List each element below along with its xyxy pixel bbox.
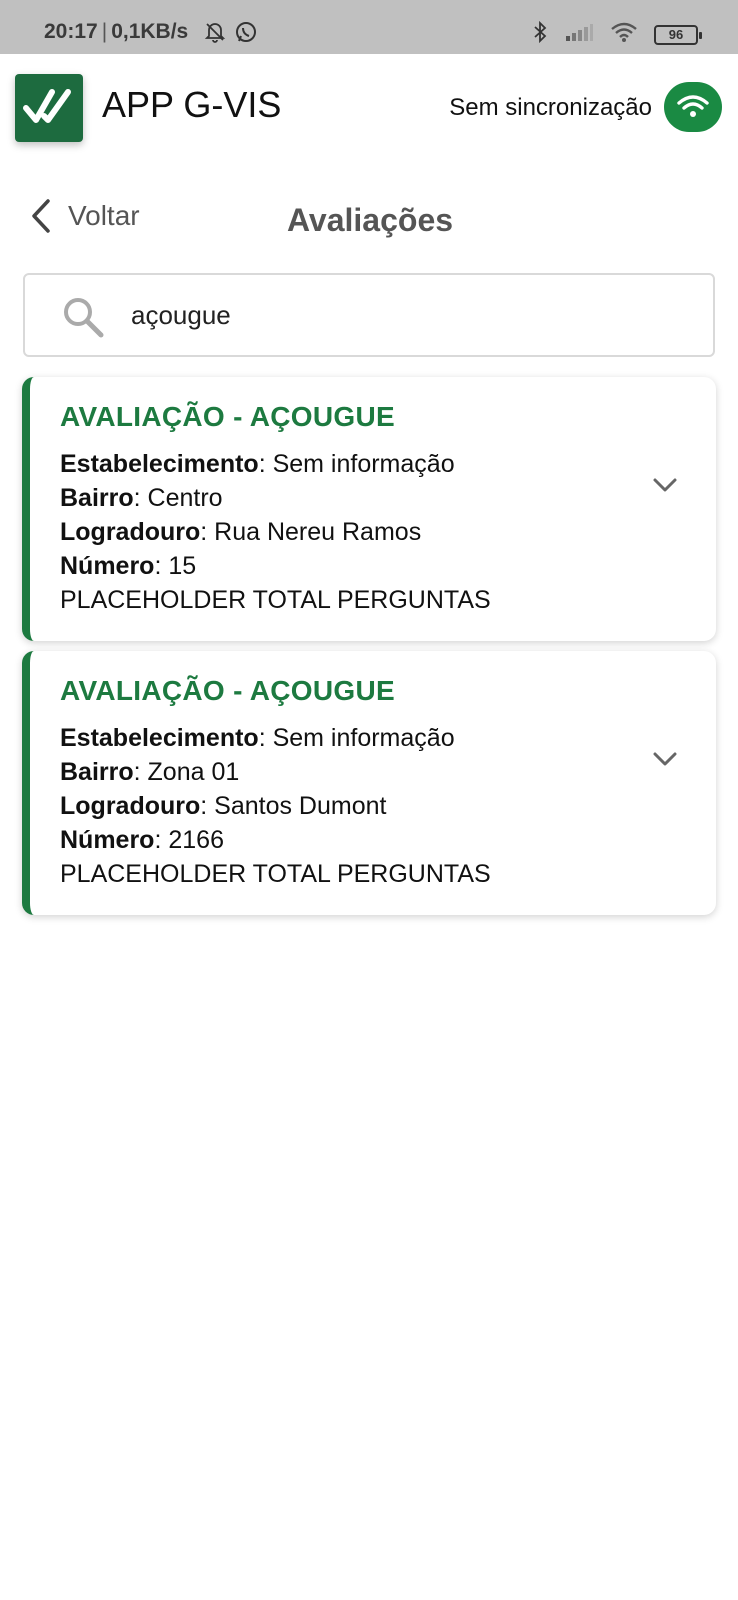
wifi-icon [610, 21, 638, 48]
chevron-left-icon [32, 199, 50, 233]
chevron-down-icon[interactable] [652, 751, 678, 772]
card-line-estabelecimento: Estabelecimento: Sem informação [60, 724, 455, 752]
sync-status-label: Sem sincronização [449, 94, 652, 121]
status-time: 20:17 [44, 20, 98, 43]
whatsapp-icon [234, 20, 258, 49]
back-button[interactable]: Voltar [30, 198, 140, 234]
bell-off-icon [204, 21, 226, 48]
card-line-bairro: Bairro: Zona 01 [60, 758, 240, 786]
card-line-placeholder: PLACEHOLDER TOTAL PERGUNTAS [60, 860, 491, 888]
sync-button[interactable] [664, 82, 722, 132]
search-input[interactable] [131, 295, 671, 335]
app-header: APP G-VIS Sem sincronização [0, 54, 738, 164]
battery-icon: 96 [654, 24, 702, 45]
search-icon [61, 295, 105, 344]
bluetooth-icon [532, 20, 548, 49]
search-box [23, 273, 715, 357]
wifi-icon [677, 95, 709, 117]
signal-icon [564, 22, 594, 47]
card-details: Estabelecimento: Sem informação Bairro: … [60, 447, 491, 617]
card-line-numero: Número: 2166 [60, 826, 224, 854]
app-title: APP G-VIS [102, 84, 282, 125]
status-bar: 20:17 | 0,1KB/s 96 [0, 0, 738, 54]
card-title: AVALIAÇÃO - AÇOUGUE [60, 401, 395, 432]
card-line-bairro: Bairro: Centro [60, 484, 223, 512]
status-network-speed: 0,1KB/s [111, 20, 189, 43]
status-time-group: 20:17 | 0,1KB/s [44, 20, 189, 43]
evaluation-card[interactable]: AVALIAÇÃO - AÇOUGUE Estabelecimento: Sem… [22, 377, 716, 641]
card-line-logradouro: Logradouro: Santos Dumont [60, 792, 387, 820]
nav-row: Voltar Avaliações [0, 190, 738, 250]
card-line-logradouro: Logradouro: Rua Nereu Ramos [60, 518, 422, 546]
chevron-down-icon[interactable] [652, 477, 678, 498]
double-check-icon [23, 89, 71, 123]
evaluation-card[interactable]: AVALIAÇÃO - AÇOUGUE Estabelecimento: Sem… [22, 651, 716, 915]
card-details: Estabelecimento: Sem informação Bairro: … [60, 721, 491, 891]
page-title: Avaliações [287, 202, 454, 238]
app-logo [15, 74, 83, 142]
card-line-estabelecimento: Estabelecimento: Sem informação [60, 450, 455, 478]
card-title: AVALIAÇÃO - AÇOUGUE [60, 675, 395, 706]
card-line-numero: Número: 15 [60, 552, 197, 580]
back-label: Voltar [68, 200, 140, 231]
card-line-placeholder: PLACEHOLDER TOTAL PERGUNTAS [60, 586, 491, 614]
